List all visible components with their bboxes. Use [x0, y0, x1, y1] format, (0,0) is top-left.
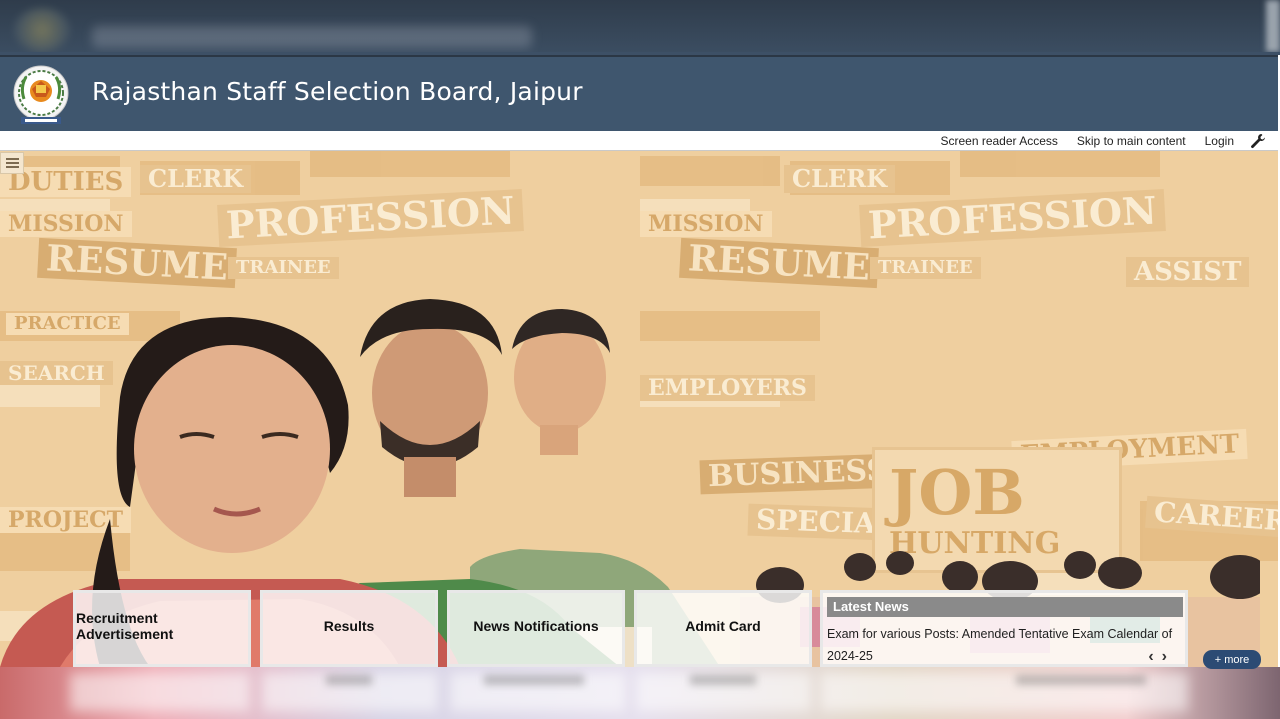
screen-reader-access-link[interactable]: Screen reader Access	[940, 134, 1057, 148]
blurred-title	[92, 26, 532, 48]
latest-news-panel: Latest News Exam for various Posts: Amen…	[820, 590, 1188, 667]
tile-news-notifications[interactable]: News Notifications	[447, 590, 625, 667]
blurred-logo	[14, 8, 70, 52]
collage-word-clerk: CLERK	[140, 165, 252, 193]
collage-word-assist: ASSIST	[1126, 257, 1250, 287]
news-item-link[interactable]: Exam for various Posts: Amended Tentativ…	[827, 623, 1177, 667]
job-hunting-line1: JOB	[889, 456, 1025, 529]
tile-label: Recruitment Advertisement	[76, 609, 174, 642]
blurred-bottom-strip	[0, 667, 1280, 719]
wrench-icon[interactable]	[1246, 132, 1270, 150]
collage-word-trainee: TRAINEE	[228, 257, 339, 279]
collage-word-mission-2: MISSION	[640, 211, 772, 237]
chevron-right-icon[interactable]: ›	[1162, 648, 1167, 666]
rsmssb-emblem-icon[interactable]	[10, 63, 72, 127]
collage-word-mission: MISSION	[0, 211, 132, 237]
collage-word-trainee-2: TRAINEE	[870, 257, 981, 279]
tile-label: Results	[323, 617, 375, 634]
blurred-top-strip	[0, 0, 1280, 52]
login-link[interactable]: Login	[1205, 134, 1234, 148]
utility-links: Screen reader Access Skip to main conten…	[940, 134, 1234, 148]
site-title: Rajasthan Staff Selection Board, Jaipur	[92, 77, 583, 106]
news-nav: ‹ ›	[1148, 648, 1167, 666]
blurred-edge	[1266, 0, 1280, 52]
latest-news-heading: Latest News	[827, 597, 1183, 617]
utility-bar: Screen reader Access Skip to main conten…	[0, 131, 1278, 151]
hamburger-menu-icon[interactable]	[0, 152, 24, 174]
site-header: Rajasthan Staff Selection Board, Jaipur	[0, 55, 1278, 131]
tile-results[interactable]: Results	[260, 590, 438, 667]
tile-recruitment-advertisement[interactable]: Recruitment Advertisement	[73, 590, 251, 667]
tile-label: News Notifications	[473, 617, 599, 634]
collage-word-clerk-2: CLERK	[784, 165, 896, 193]
tile-label: Admit Card	[685, 617, 761, 634]
more-news-button[interactable]: + more	[1203, 650, 1261, 669]
chevron-left-icon[interactable]: ‹	[1148, 648, 1153, 666]
skip-to-main-content-link[interactable]: Skip to main content	[1077, 134, 1186, 148]
tile-admit-card[interactable]: Admit Card	[634, 590, 812, 667]
